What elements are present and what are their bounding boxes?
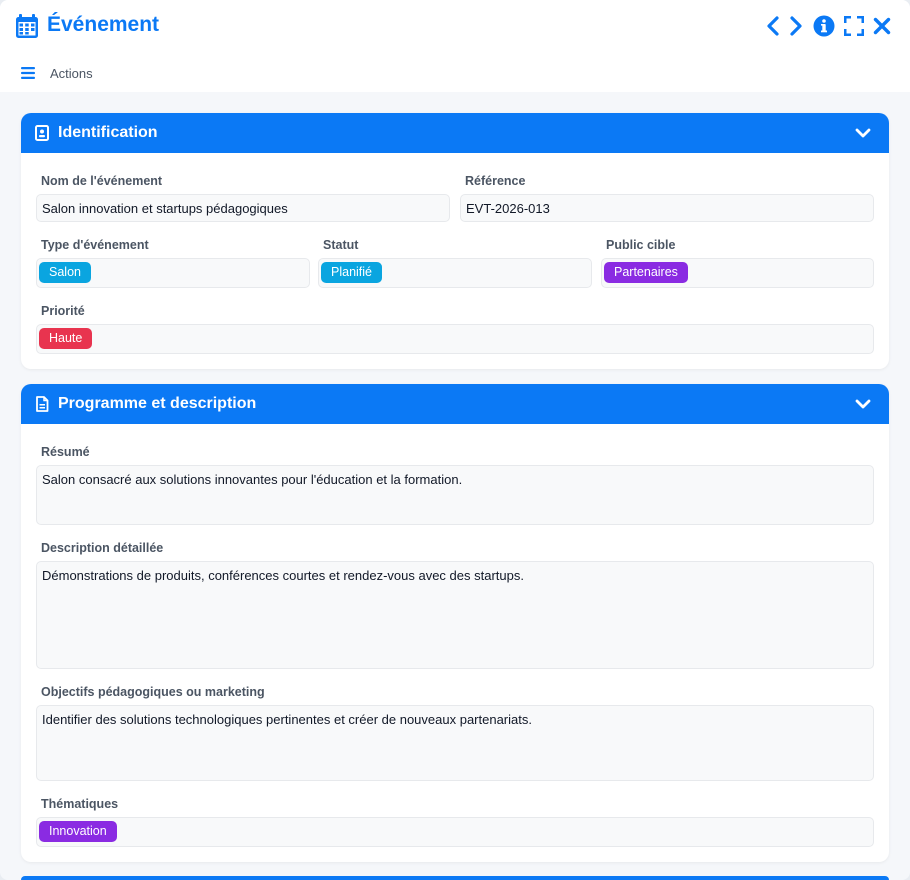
identification-title: Identification [58,124,158,141]
next-section-header[interactable] [21,876,889,880]
description-label: Description détaillée [41,541,164,555]
type-field[interactable]: Salon [36,258,310,288]
public-label: Public cible [606,238,676,252]
reference-label: Référence [465,174,526,188]
statut-badge: Planifié [321,262,382,283]
type-badge: Salon [39,262,91,283]
statut-field[interactable]: Planifié [318,258,592,288]
close-button[interactable] [871,14,893,38]
fullscreen-button[interactable] [843,14,865,38]
description-field[interactable]: Démonstrations de produits, conférences … [36,561,874,669]
thematiques-badge: Innovation [39,821,117,842]
programme-title: Programme et description [58,395,257,412]
resume-label: Résumé [41,445,90,459]
chevron-down-icon [855,128,871,138]
next-button[interactable] [785,14,807,38]
info-button[interactable] [813,14,835,38]
chevron-left-icon [767,16,779,36]
calendar-icon [16,14,38,38]
actions-bar: Actions [0,52,910,92]
thematiques-field[interactable]: Innovation [36,817,874,847]
event-window: Événement Actions Identification Nom de … [0,0,910,880]
statut-label: Statut [323,238,359,252]
previous-button[interactable] [762,14,784,38]
expand-icon [844,16,864,36]
programme-header[interactable]: Programme et description [21,384,889,424]
title-bar: Événement [0,0,910,52]
document-icon [36,396,49,412]
nom-label: Nom de l'événement [41,174,163,188]
reference-field[interactable]: EVT-2026-013 [460,194,874,222]
programme-section: Programme et description Résumé Salon co… [21,384,889,862]
public-badge: Partenaires [604,262,688,283]
chevron-right-icon [790,16,802,36]
id-card-icon [35,125,49,141]
priorite-field[interactable]: Haute [36,324,874,354]
chevron-down-icon [855,399,871,409]
thematiques-label: Thématiques [41,797,119,811]
priorite-label: Priorité [41,304,85,318]
public-field[interactable]: Partenaires [601,258,874,288]
objectifs-label: Objectifs pédagogiques ou marketing [41,685,265,699]
nom-field[interactable]: Salon innovation et startups pédagogique… [36,194,450,222]
resume-field[interactable]: Salon consacré aux solutions innovantes … [36,465,874,525]
hamburger-menu-icon[interactable] [21,67,35,79]
window-title: Événement [47,13,160,36]
actions-menu-label[interactable]: Actions [50,66,93,81]
close-icon [873,17,891,35]
priorite-badge: Haute [39,328,93,349]
type-label: Type d'événement [41,238,149,252]
identification-header[interactable]: Identification [21,113,889,153]
info-icon [813,15,835,37]
objectifs-field[interactable]: Identifier des solutions technologiques … [36,705,874,781]
identification-section: Identification Nom de l'événement Salon … [21,113,889,369]
